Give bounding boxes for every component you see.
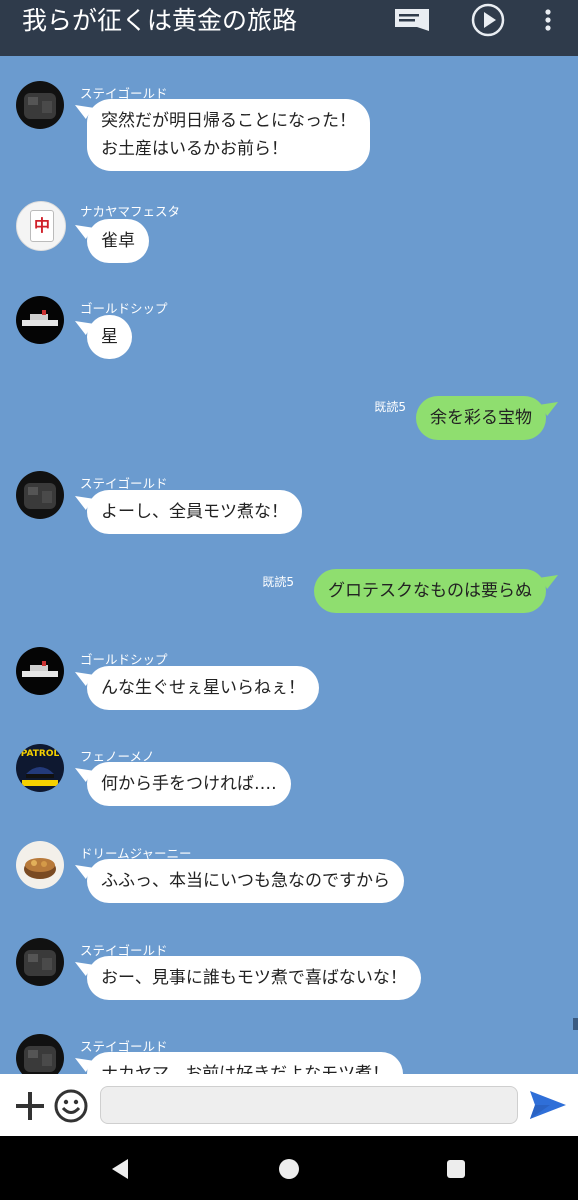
message-text-line: 余を彩る宝物: [430, 408, 532, 428]
recents-icon[interactable]: [443, 1156, 469, 1182]
message-input-bar: [0, 1074, 578, 1136]
play-icon[interactable]: [468, 0, 508, 40]
message-input[interactable]: [100, 1086, 518, 1124]
read-receipt: 既読5: [262, 575, 294, 589]
message-bubble[interactable]: んな生ぐせぇ星いらねぇ！: [87, 666, 319, 710]
message-bubble[interactable]: よーし、全員モツ煮な！: [87, 490, 302, 534]
stay-gold-avatar[interactable]: [16, 938, 64, 986]
message-bubble[interactable]: おー、見事に誰もモツ煮で喜ばないな！: [87, 956, 421, 1000]
more-vertical-icon[interactable]: [536, 0, 560, 40]
home-icon[interactable]: [276, 1156, 302, 1182]
ship-avatar[interactable]: [16, 296, 64, 344]
read-receipt: 既読5: [374, 400, 406, 414]
message-text-line: んな生ぐせぇ星いらねぇ！: [101, 678, 305, 698]
message-text-line: 突然だが明日帰ることになった！: [101, 111, 356, 131]
message-bubble[interactable]: 余を彩る宝物: [416, 396, 546, 440]
sender-name: ゴールドシップ: [80, 301, 168, 316]
message-text-line: おー、見事に誰もモツ煮で喜ばないな！: [101, 968, 407, 988]
message-bubble[interactable]: 星: [87, 315, 132, 359]
send-icon[interactable]: [528, 1088, 568, 1122]
sender-name: ナカヤマフェスタ: [80, 204, 181, 219]
message-text-line: お土産はいるかお前ら！: [101, 139, 288, 159]
message-text-line: 何から手をつければ‥‥: [101, 774, 277, 794]
message-text-line: よーし、全員モツ煮な！: [101, 502, 288, 522]
notes-icon[interactable]: [392, 0, 432, 40]
back-icon[interactable]: [108, 1156, 134, 1182]
emoji-icon[interactable]: [53, 1088, 89, 1124]
message-bubble[interactable]: ナカヤマ、お前は好きだよなモツ煮！: [87, 1052, 404, 1074]
stay-gold-avatar[interactable]: [16, 471, 64, 519]
mahjong-tile-avatar[interactable]: 中: [16, 201, 66, 251]
add-icon[interactable]: [14, 1090, 46, 1122]
stay-gold-avatar[interactable]: [16, 1034, 64, 1074]
message-bubble[interactable]: グロテスクなものは要らぬ: [314, 569, 546, 613]
message-bubble[interactable]: ふふっ、本当にいつも急なのですから: [87, 859, 404, 903]
stay-gold-avatar[interactable]: [16, 81, 64, 129]
patrol-avatar[interactable]: PATROL: [16, 744, 64, 792]
scroll-indicator[interactable]: [573, 1018, 578, 1030]
ship-avatar[interactable]: [16, 647, 64, 695]
chat-header: 我らが征くは黄金の旅路: [0, 0, 578, 56]
system-navigation-bar: [0, 1136, 578, 1200]
message-text-line: ナカヤマ、お前は好きだよなモツ煮！: [101, 1064, 390, 1074]
food-bowl-avatar[interactable]: [16, 841, 64, 889]
chat-title: 我らが征くは黄金の旅路: [22, 6, 298, 35]
message-bubble[interactable]: 突然だが明日帰ることになった！ お土産はいるかお前ら！: [87, 99, 370, 171]
message-list[interactable]: ステイゴールド 突然だが明日帰ることになった！ お土産はいるかお前ら！ 中 ナカ…: [0, 56, 578, 1074]
message-bubble[interactable]: 何から手をつければ‥‥: [87, 762, 291, 806]
mahjong-tile-label: 中: [30, 210, 54, 242]
message-text-line: ふふっ、本当にいつも急なのですから: [101, 871, 390, 891]
message-text-line: 雀卓: [101, 231, 135, 251]
message-bubble[interactable]: 雀卓: [87, 219, 149, 263]
message-text-line: グロテスクなものは要らぬ: [328, 581, 532, 601]
message-text-line: 星: [101, 327, 118, 347]
